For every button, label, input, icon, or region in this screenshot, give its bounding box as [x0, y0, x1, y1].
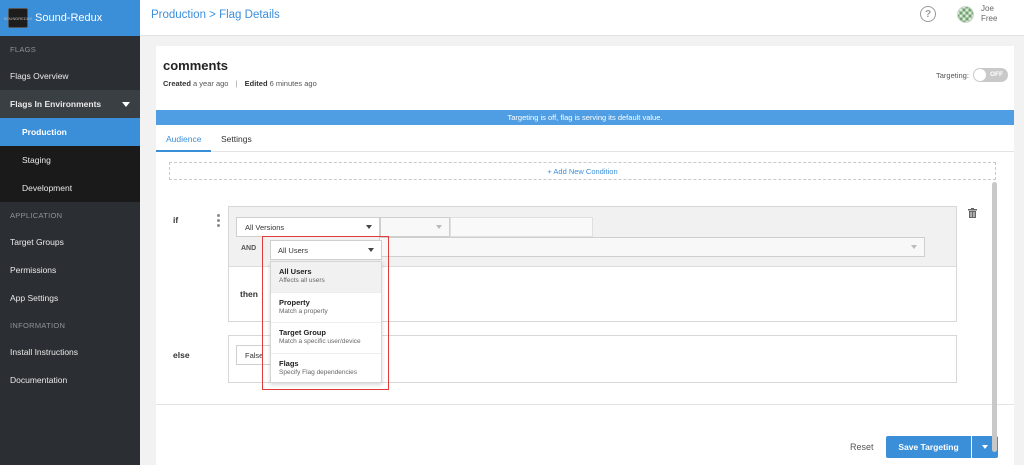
- save-targeting-button[interactable]: Save Targeting: [886, 436, 971, 458]
- option-subtitle: Match a specific user/device: [279, 338, 361, 345]
- targeting-toggle[interactable]: OFF: [973, 68, 1008, 82]
- else-label: else: [173, 350, 190, 360]
- brand-header[interactable]: SOUNDREDUX Sound-Redux: [0, 0, 140, 36]
- flag-meta: Created a year ago | Edited 6 minutes ag…: [163, 79, 317, 88]
- sidebar-item-install-instructions[interactable]: Install Instructions: [0, 338, 140, 366]
- dropdown-arrow-icon: [368, 248, 374, 252]
- version-select-value: All Versions: [245, 222, 285, 232]
- and-label: AND: [241, 245, 257, 252]
- help-icon[interactable]: ?: [920, 6, 936, 22]
- audience-select-extended[interactable]: [379, 237, 925, 257]
- avatar[interactable]: [957, 6, 974, 23]
- sidebar-section-flags: FLAGS: [10, 44, 37, 54]
- sidebar-item-production[interactable]: Production: [0, 118, 140, 146]
- sidebar-section-application: APPLICATION: [10, 210, 63, 220]
- targeting-label: Targeting:: [936, 71, 969, 80]
- option-subtitle: Specify Flag dependencies: [279, 368, 358, 376]
- tab-bar: Audience Settings: [156, 128, 1014, 152]
- option-title: Property: [279, 297, 310, 307]
- dropdown-option-flags[interactable]: Flags Specify Flag dependencies: [271, 354, 381, 385]
- user-info[interactable]: Joe Free: [981, 4, 997, 24]
- option-title: Flags: [279, 358, 299, 368]
- sidebar-item-target-groups[interactable]: Target Groups: [0, 228, 140, 256]
- if-label: if: [173, 215, 179, 225]
- option-subtitle: Match a property: [279, 307, 328, 315]
- chevron-down-icon: [122, 101, 130, 107]
- sidebar-section-information: INFORMATION: [10, 320, 66, 330]
- sidebar-item-staging[interactable]: Staging: [0, 146, 140, 174]
- sidebar-item-label: Flags In Environments: [10, 99, 102, 109]
- dropdown-option-property[interactable]: Property Match a property: [271, 293, 381, 323]
- option-title: All Users: [279, 267, 312, 276]
- user-name: Joe: [981, 4, 994, 13]
- else-value: False: [245, 350, 264, 360]
- sidebar-item-development[interactable]: Development: [0, 174, 140, 202]
- version-select[interactable]: All Versions: [236, 217, 380, 237]
- kebab-menu-icon[interactable]: [217, 214, 220, 227]
- footer-actions: Reset Save Targeting: [156, 406, 1014, 465]
- reset-button[interactable]: Reset: [850, 442, 874, 452]
- sidebar-item-flags-overview[interactable]: Flags Overview: [0, 62, 140, 90]
- trash-icon[interactable]: [968, 208, 977, 218]
- sidebar-item-app-settings[interactable]: App Settings: [0, 284, 140, 312]
- created-value: a year ago: [193, 79, 229, 88]
- audience-select-value: All Users: [278, 245, 309, 255]
- meta-separator: |: [235, 79, 238, 88]
- scrollbar[interactable]: [992, 182, 997, 452]
- toggle-state: OFF: [990, 71, 1003, 78]
- edited-label: Edited: [244, 79, 268, 88]
- dropdown-arrow-icon: [436, 225, 442, 229]
- sidebar-item-permissions[interactable]: Permissions: [0, 256, 140, 284]
- dropdown-option-all-users[interactable]: All Users Affects all users: [271, 262, 381, 293]
- breadcrumb[interactable]: Production > Flag Details: [151, 9, 280, 21]
- add-condition-button[interactable]: + Add New Condition: [169, 162, 996, 180]
- audience-select[interactable]: All Users: [270, 240, 382, 260]
- tab-settings[interactable]: Settings: [221, 134, 252, 144]
- sidebar: SOUNDREDUX Sound-Redux FLAGS Flags Overv…: [0, 0, 140, 465]
- sidebar-item-flags-in-environments[interactable]: Flags In Environments: [0, 90, 140, 118]
- status-banner: Targeting is off, flag is serving its de…: [156, 110, 1014, 125]
- audience-dropdown-menu: All Users Affects all users Property Mat…: [270, 261, 382, 383]
- tab-audience[interactable]: Audience: [166, 134, 201, 144]
- toggle-knob: [974, 69, 986, 81]
- created-label: Created: [163, 79, 191, 88]
- dropdown-arrow-icon: [911, 245, 917, 249]
- then-label: then: [240, 289, 258, 299]
- top-bar: Production > Flag Details ? Joe Free: [140, 0, 1024, 36]
- app-logo: SOUNDREDUX: [4, 8, 32, 28]
- page-title: comments: [163, 58, 229, 73]
- version-input[interactable]: [450, 217, 593, 237]
- option-title: Target Group: [279, 328, 326, 337]
- dropdown-arrow-icon: [366, 225, 372, 229]
- chevron-down-icon: [982, 445, 988, 449]
- app-name: Sound-Redux: [35, 12, 103, 24]
- edited-value: 6 minutes ago: [269, 79, 317, 88]
- option-subtitle: Affects all users: [279, 277, 325, 284]
- user-plan: Free: [981, 14, 998, 23]
- dropdown-option-target-group[interactable]: Target Group Match a specific user/devic…: [271, 323, 381, 354]
- operator-select[interactable]: [380, 217, 450, 237]
- sidebar-item-documentation[interactable]: Documentation: [0, 366, 140, 394]
